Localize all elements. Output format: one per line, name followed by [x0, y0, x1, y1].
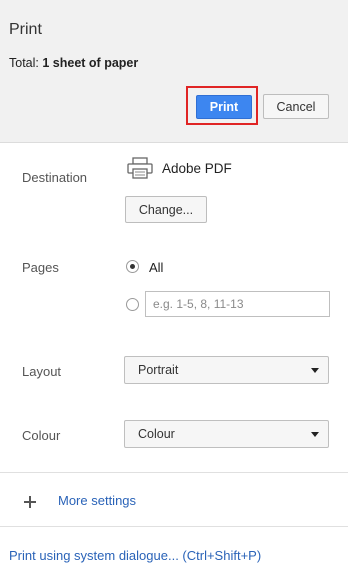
pages-label: Pages — [22, 260, 59, 275]
layout-label: Layout — [22, 364, 62, 379]
colour-label: Colour — [22, 428, 61, 443]
dialog-title: Print — [9, 21, 42, 38]
pages-all-radio[interactable] — [126, 260, 139, 273]
total-label: Total: — [9, 56, 39, 70]
print-header: Print Total: 1 sheet of paper Print Canc… — [0, 0, 348, 143]
pages-all-label: All — [149, 260, 164, 275]
chevron-down-icon — [311, 432, 319, 437]
layout-select[interactable]: Portrait — [124, 356, 329, 384]
change-destination-button[interactable]: Change... — [125, 196, 207, 223]
destination-name: Adobe PDF — [162, 161, 232, 176]
colour-select[interactable]: Colour — [124, 420, 329, 448]
plus-icon[interactable] — [24, 496, 36, 508]
total-value: 1 sheet of paper — [42, 56, 139, 70]
colour-select-value: Colour — [138, 427, 175, 441]
pages-custom-radio[interactable] — [126, 298, 139, 311]
chevron-down-icon — [311, 368, 319, 373]
divider — [0, 472, 348, 473]
print-button[interactable]: Print — [196, 95, 252, 119]
destination-label: Destination — [22, 170, 88, 185]
more-settings-link[interactable]: More settings — [58, 493, 136, 508]
pages-custom-input[interactable] — [145, 291, 330, 317]
printer-icon — [127, 157, 153, 179]
layout-select-value: Portrait — [138, 363, 179, 377]
total-summary: Total: 1 sheet of paper — [9, 56, 138, 70]
system-dialogue-link[interactable]: Print using system dialogue... (Ctrl+Shi… — [9, 548, 261, 563]
divider — [0, 526, 348, 527]
cancel-button[interactable]: Cancel — [263, 94, 329, 119]
